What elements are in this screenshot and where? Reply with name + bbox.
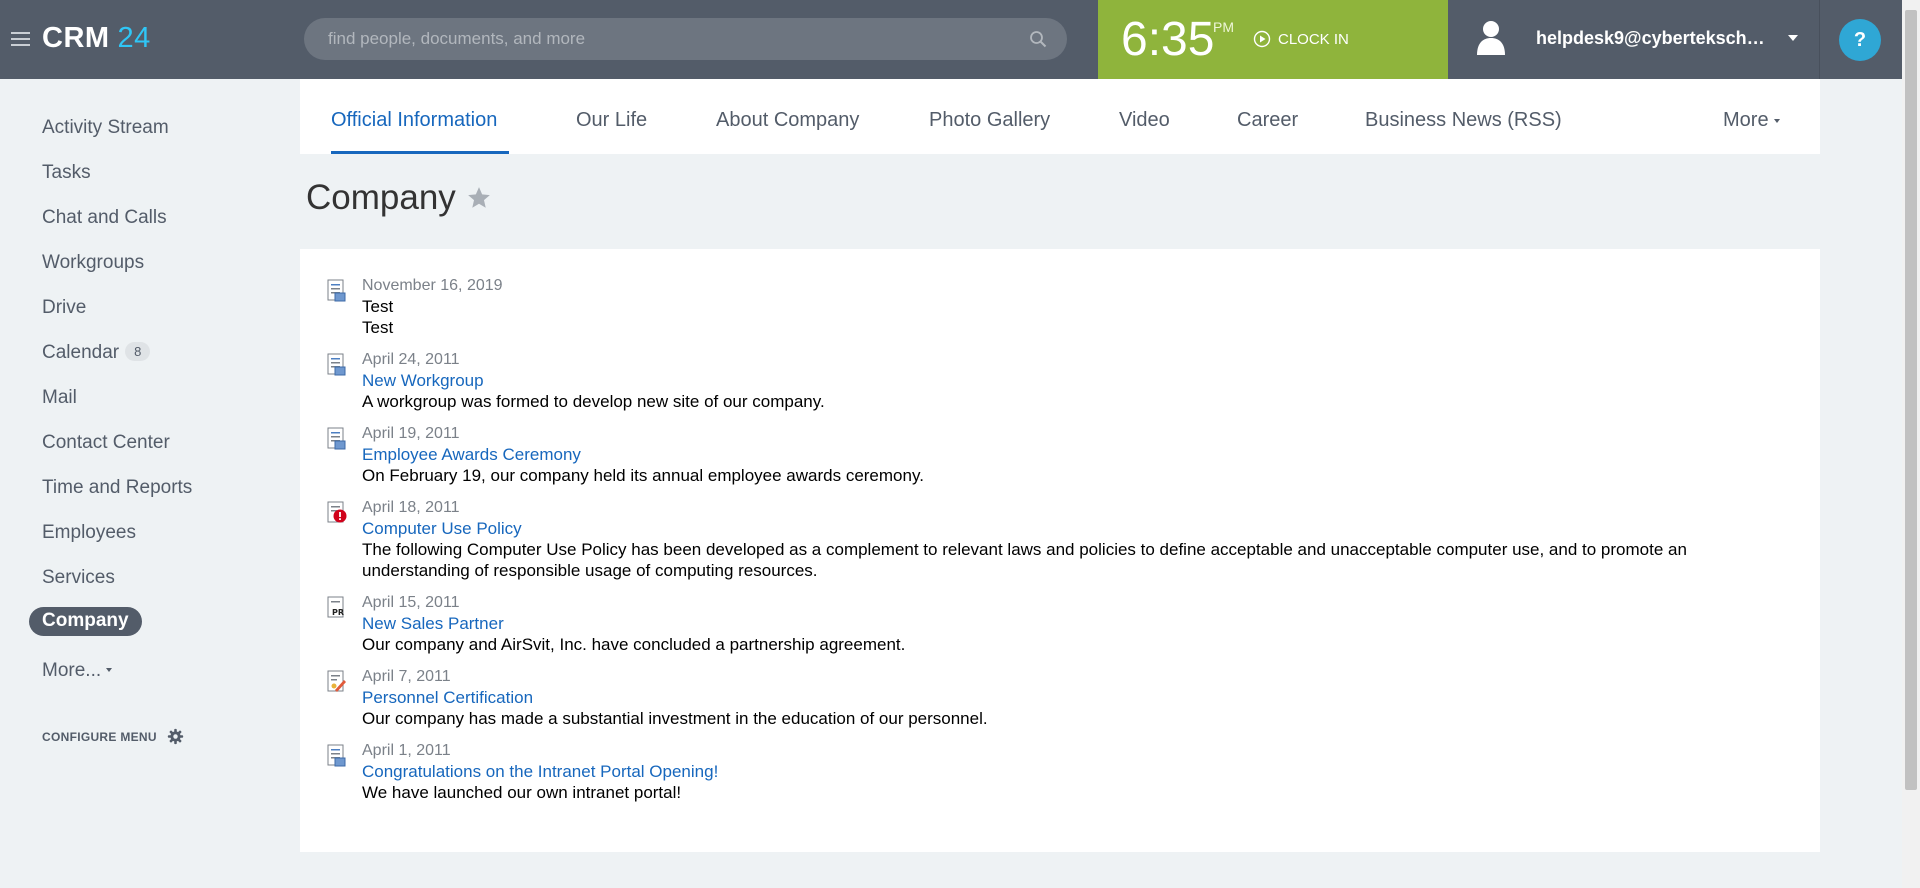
page-scrollbar[interactable] (1902, 0, 1920, 888)
news-title-link[interactable]: New Workgroup (362, 370, 1762, 391)
clock-panel: 6:35 PM CLOCK IN (1098, 0, 1448, 79)
sidebar-item-workgroups[interactable]: Workgroups (42, 252, 144, 274)
sidebar-item-label: Calendar (42, 342, 120, 363)
news-entry: April 19, 2011 Employee Awards Ceremony … (362, 423, 1762, 486)
news-title-link[interactable]: Employee Awards Ceremony (362, 444, 1762, 465)
news-text: Our company and AirSvit, Inc. have concl… (362, 635, 906, 654)
logo-text: CRM (42, 22, 110, 54)
warning-document-icon (327, 501, 347, 523)
search-icon[interactable] (1029, 30, 1047, 48)
news-text: We have launched our own intranet portal… (362, 783, 682, 802)
news-text: Our company has made a substantial inves… (362, 709, 988, 728)
sidebar-item-employees[interactable]: Employees (42, 522, 136, 544)
sidebar-item-tasks[interactable]: Tasks (42, 162, 91, 184)
search-box (304, 18, 1067, 60)
document-icon (327, 744, 346, 767)
news-entry: April 7, 2011 Personnel Certification Ou… (362, 666, 1762, 729)
sidebar-item-more[interactable]: More... (42, 660, 113, 682)
news-title-link[interactable]: New Sales Partner (362, 613, 1762, 634)
clock-in-label: CLOCK IN (1278, 30, 1349, 48)
tab-official-information[interactable]: Official Information (331, 109, 497, 132)
user-name: helpdesk9@cybertekschool.com (1536, 28, 1772, 48)
pr-document-icon: PR (327, 596, 344, 618)
news-date: April 24, 2011 (362, 351, 460, 368)
chevron-down-icon (1773, 119, 1780, 123)
news-date: April 15, 2011 (362, 594, 460, 611)
user-menu[interactable]: helpdesk9@cybertekschool.com (1448, 0, 1820, 79)
search-input[interactable] (304, 18, 1067, 60)
news-entry: April 18, 2011 Computer Use Policy The f… (362, 497, 1762, 581)
user-avatar-icon (1477, 21, 1505, 55)
news-list-panel: November 16, 2019 Test Test April 24, 20… (300, 249, 1820, 852)
help-button[interactable]: ? (1839, 19, 1881, 61)
chevron-down-icon (1788, 35, 1798, 41)
sidebar-item-services[interactable]: Services (42, 567, 115, 589)
sidebar-item-time-and-reports[interactable]: Time and Reports (42, 477, 192, 499)
hamburger-menu-icon[interactable] (11, 32, 30, 46)
tab-business-news-rss[interactable]: Business News (RSS) (1365, 109, 1562, 132)
clock-time: 6:35 (1121, 13, 1215, 66)
news-text: On February 19, our company held its ann… (362, 466, 924, 485)
sidebar-item-calendar[interactable]: Calendar 8 (42, 342, 151, 364)
company-tabs: Official Information Our Life About Comp… (300, 79, 1820, 154)
tab-video[interactable]: Video (1119, 109, 1170, 132)
certificate-document-icon (327, 670, 346, 692)
gear-icon (167, 728, 184, 745)
svg-text:PR: PR (332, 608, 344, 617)
configure-menu-label: CONFIGURE MENU (42, 729, 157, 744)
sidebar-item-company[interactable]: Company (29, 607, 142, 636)
page-title: Company (306, 178, 492, 218)
tab-about-company[interactable]: About Company (716, 109, 859, 132)
news-date: April 19, 2011 (362, 425, 460, 442)
configure-menu-button[interactable]: CONFIGURE MENU (42, 728, 184, 745)
document-icon (327, 427, 346, 450)
top-header: CRM24 6:35 PM CLOCK IN helpdesk9@cyberte… (0, 0, 1902, 79)
clock-ampm: PM (1213, 19, 1234, 35)
news-date: November 16, 2019 (362, 277, 503, 294)
document-icon (327, 279, 346, 302)
tab-career[interactable]: Career (1237, 109, 1298, 132)
clock-in-button[interactable]: CLOCK IN (1253, 30, 1349, 48)
sidebar-item-mail[interactable]: Mail (42, 387, 77, 409)
sidebar-item-contact-center[interactable]: Contact Center (42, 432, 170, 454)
active-tab-indicator (331, 151, 509, 154)
page-title-text: Company (306, 178, 456, 217)
news-entry: April 24, 2011 New Workgroup A workgroup… (362, 349, 1762, 412)
news-title-link[interactable]: Computer Use Policy (362, 518, 1762, 539)
sidebar-item-activity-stream[interactable]: Activity Stream (42, 117, 169, 139)
news-title: Test (362, 297, 394, 316)
news-text: Test (362, 318, 394, 337)
tab-photo-gallery[interactable]: Photo Gallery (929, 109, 1050, 132)
star-icon[interactable] (466, 185, 492, 211)
news-entry: November 16, 2019 Test Test (362, 275, 1762, 338)
news-title-link[interactable]: Personnel Certification (362, 687, 1762, 708)
play-circle-icon (1253, 30, 1271, 48)
news-date: April 7, 2011 (362, 668, 451, 685)
sidebar-item-drive[interactable]: Drive (42, 297, 86, 319)
tab-more[interactable]: More (1723, 109, 1780, 132)
news-entry: April 15, 2011 New Sales Partner Our com… (362, 592, 1762, 655)
tab-more-label: More (1723, 109, 1769, 131)
news-title-link[interactable]: Congratulations on the Intranet Portal O… (362, 761, 1762, 782)
logo[interactable]: CRM 24 (42, 22, 151, 55)
tab-our-life[interactable]: Our Life (576, 109, 647, 132)
calendar-count-badge: 8 (125, 342, 151, 361)
sidebar-item-label: More... (42, 660, 102, 681)
news-text: The following Computer Use Policy has be… (362, 540, 1687, 580)
news-text: A workgroup was formed to develop new si… (362, 392, 825, 411)
news-date: April 18, 2011 (362, 499, 460, 516)
scrollbar-thumb[interactable] (1905, 10, 1917, 790)
chevron-down-icon (106, 668, 113, 672)
news-entry: April 1, 2011 Congratulations on the Int… (362, 740, 1762, 803)
sidebar-item-chat-and-calls[interactable]: Chat and Calls (42, 207, 167, 229)
logo-number: 24 (117, 22, 151, 54)
news-date: April 1, 2011 (362, 742, 451, 759)
document-icon (327, 353, 346, 376)
